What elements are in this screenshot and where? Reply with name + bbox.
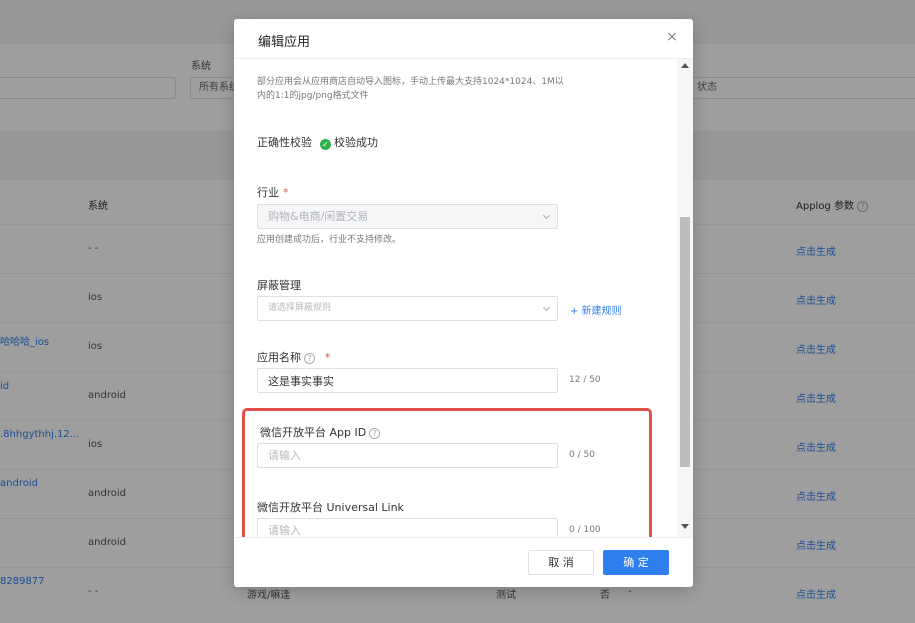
modal-scrollbar[interactable]	[677, 59, 693, 537]
check-circle-icon: ✓	[320, 139, 331, 150]
cancel-button[interactable]: 取 消	[528, 550, 594, 575]
block-rule-placeholder: 请选择屏蔽规则	[268, 303, 332, 313]
modal-title: 编辑应用	[258, 35, 311, 50]
icon-hint: 部分应用会从应用商店自动导入图标，手动上传最大支持1024*1024、1M以 内…	[257, 75, 564, 103]
close-icon[interactable]: ×	[663, 28, 681, 46]
block-rule-select[interactable]: 请选择屏蔽规则	[257, 296, 558, 321]
industry-label-text: 行业	[257, 186, 279, 199]
industry-hint: 应用创建成功后，行业不支持修改。	[257, 235, 402, 245]
validation-status: 校验成功	[334, 136, 378, 149]
appname-input[interactable]	[268, 369, 547, 392]
icon-hint-line1: 部分应用会从应用商店自动导入图标，手动上传最大支持1024*1024、1M以	[257, 77, 564, 87]
modal-header: 编辑应用 ×	[234, 19, 693, 59]
help-icon[interactable]: ?	[304, 352, 315, 364]
scroll-down-icon[interactable]	[681, 524, 689, 529]
required-mark: *	[283, 186, 289, 199]
modal-body[interactable]: 部分应用会从应用商店自动导入图标，手动上传最大支持1024*1024、1M以 内…	[234, 59, 677, 537]
appname-field[interactable]	[257, 368, 558, 393]
confirm-button[interactable]: 确 定	[603, 550, 669, 575]
validation-row: 正确性校验 ✓ 校验成功	[257, 134, 378, 150]
scroll-thumb[interactable]	[680, 217, 690, 467]
appname-label-text: 应用名称	[257, 351, 301, 364]
edit-app-modal: 编辑应用 × 部分应用会从应用商店自动导入图标，手动上传最大支持1024*102…	[234, 19, 693, 587]
chevron-down-icon	[542, 303, 551, 312]
highlight-box	[242, 408, 652, 537]
scroll-up-icon[interactable]	[681, 63, 689, 68]
appname-counter: 12 / 50	[569, 375, 601, 385]
add-rule-button[interactable]: + 新建规则	[570, 302, 622, 317]
icon-hint-line2: 内的1:1的jpg/png格式文件	[257, 91, 369, 101]
modal-footer: 取 消 确 定	[234, 537, 693, 587]
required-mark: *	[325, 351, 331, 364]
block-label: 屏蔽管理	[257, 279, 301, 292]
industry-value: 购物&电商/闲置交易	[268, 210, 369, 223]
industry-label: 行业 *	[257, 184, 289, 200]
appname-label: 应用名称? *	[257, 349, 331, 365]
chevron-down-icon	[542, 211, 551, 220]
validation-label: 正确性校验	[257, 136, 312, 149]
industry-select: 购物&电商/闲置交易	[257, 204, 558, 229]
